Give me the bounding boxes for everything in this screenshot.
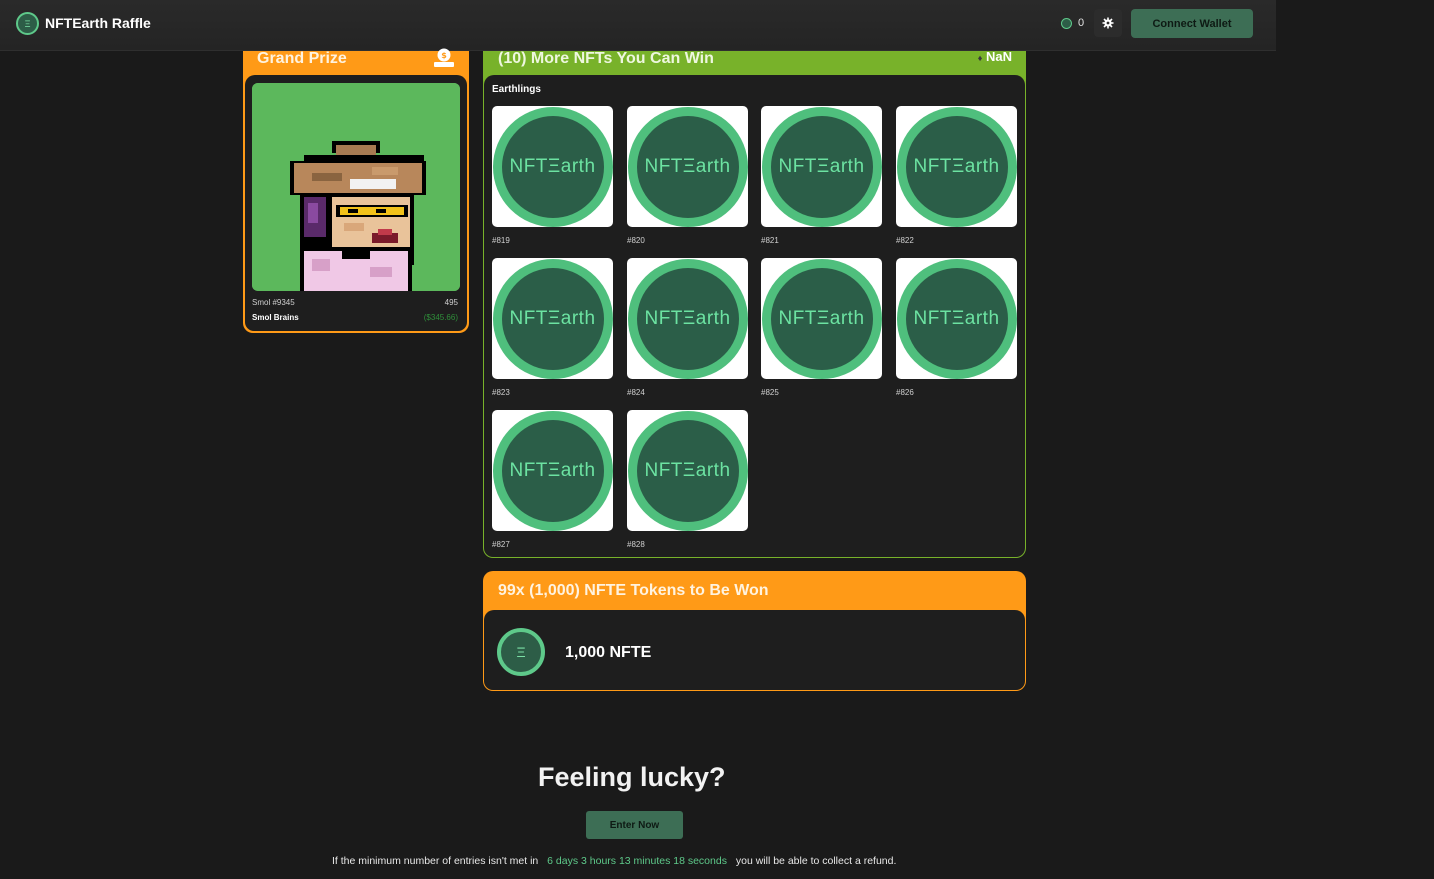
tokens-prize-panel: Ξ 1,000 NFTE <box>484 610 1025 690</box>
nft-id: #823 <box>492 388 510 397</box>
connect-wallet-button[interactable]: Connect Wallet <box>1131 9 1253 38</box>
nft-collection: Smol Brains <box>252 313 299 322</box>
refund-prefix: If the minimum number of entries isn't m… <box>332 855 539 867</box>
nft-id: #827 <box>492 540 510 549</box>
refund-notice: If the minimum number of entries isn't m… <box>332 855 896 867</box>
enter-now-button[interactable]: Enter Now <box>586 811 683 839</box>
nft-id: #821 <box>761 236 779 245</box>
nft-card[interactable]: NFTΞarth #819 <box>492 106 613 245</box>
nft-image[interactable]: NFTΞarth <box>627 410 748 531</box>
token-balance-icon <box>1061 18 1072 29</box>
nft-image[interactable]: NFTΞarth <box>627 258 748 379</box>
nft-card[interactable]: NFTΞarth #827 <box>492 410 613 549</box>
nft-card[interactable]: NFTΞarth #823 <box>492 258 613 397</box>
nft-image[interactable]: NFTΞarth <box>627 106 748 227</box>
nft-id: #819 <box>492 236 510 245</box>
grand-prize-panel: Smol #9345 495 Smol Brains ($345.66) <box>245 75 467 331</box>
cta-heading: Feeling lucky? <box>538 762 726 792</box>
nft-card[interactable]: NFTΞarth #822 <box>896 106 1017 245</box>
nftearth-coin-icon: NFTΞarth <box>636 419 739 522</box>
more-nfts-title: (10) More NFTs You Can Win <box>498 50 714 67</box>
app-title[interactable]: NFTEarth Raffle <box>45 15 151 31</box>
nftearth-coin-icon: NFTΞarth <box>770 115 873 218</box>
tokens-prize-card: 99x (1,000) NFTE Tokens to Be Won Ξ 1,00… <box>483 571 1026 691</box>
nft-price: 495 <box>444 298 458 307</box>
eth-icon: ♦ <box>977 53 983 63</box>
nftearth-coin-icon: NFTΞarth <box>501 267 604 370</box>
nft-image[interactable]: NFTΞarth <box>896 258 1017 379</box>
grand-prize-title: Grand Prize <box>257 50 347 67</box>
more-nfts-value: ♦ NaN <box>978 49 1012 64</box>
nftearth-coin-icon: NFTΞarth <box>501 419 604 522</box>
more-nfts-panel: Earthlings NFTΞarth #819 NFTΞarth #820 N… <box>484 75 1025 557</box>
more-nfts-value-text: NaN <box>985 49 1012 64</box>
nftearth-coin-icon: NFTΞarth <box>636 115 739 218</box>
nft-id: #825 <box>761 388 779 397</box>
nft-usd-value: ($345.66) <box>423 313 458 322</box>
nft-card[interactable]: NFTΞarth #824 <box>627 258 748 397</box>
nft-card[interactable]: NFTΞarth #828 <box>627 410 748 549</box>
nftearth-coin-icon: NFTΞarth <box>905 115 1008 218</box>
nftearth-logo-icon[interactable]: Ξ <box>16 12 39 35</box>
nft-card[interactable]: NFTΞarth #820 <box>627 106 748 245</box>
collection-label: Earthlings <box>492 84 541 95</box>
nfte-token-icon: Ξ <box>497 628 545 676</box>
nft-id: #828 <box>627 540 645 549</box>
grand-prize-card: Grand Prize $ Smol #9345 495 Smol Brains… <box>243 48 469 333</box>
tokens-prize-title: 99x (1,000) NFTE Tokens to Be Won <box>498 582 769 599</box>
nftearth-coin-icon: NFTΞarth <box>636 267 739 370</box>
prize-download-icon: $ <box>434 48 454 67</box>
nft-image[interactable]: NFTΞarth <box>896 106 1017 227</box>
more-nfts-card: (10) More NFTs You Can Win ♦ NaN Earthli… <box>483 49 1026 558</box>
nft-image[interactable]: NFTΞarth <box>492 258 613 379</box>
nft-image[interactable]: NFTΞarth <box>492 106 613 227</box>
top-bar: Ξ NFTEarth Raffle 0 Connect Wallet <box>0 0 1276 51</box>
refund-suffix: you will be able to collect a refund. <box>735 855 897 867</box>
gear-icon <box>1102 17 1114 29</box>
refund-countdown: 6 days 3 hours 13 minutes 18 seconds <box>547 855 727 867</box>
nft-name: Smol #9345 <box>252 298 295 307</box>
nft-card[interactable]: NFTΞarth #825 <box>761 258 882 397</box>
nftearth-coin-icon: NFTΞarth <box>905 267 1008 370</box>
nft-image[interactable]: NFTΞarth <box>761 258 882 379</box>
nft-id: #826 <box>896 388 914 397</box>
nftearth-coin-icon: NFTΞarth <box>501 115 604 218</box>
nft-id: #820 <box>627 236 645 245</box>
nft-id: #822 <box>896 236 914 245</box>
token-balance: 0 <box>1078 17 1085 29</box>
svg-text:$: $ <box>441 51 447 60</box>
nft-image[interactable]: NFTΞarth <box>492 410 613 531</box>
nft-card[interactable]: NFTΞarth #821 <box>761 106 882 245</box>
settings-button[interactable] <box>1094 9 1122 37</box>
nftearth-coin-icon: NFTΞarth <box>770 267 873 370</box>
nft-id: #824 <box>627 388 645 397</box>
smol-nft-image[interactable] <box>252 83 460 291</box>
token-amount: 1,000 NFTE <box>565 644 652 661</box>
nft-card[interactable]: NFTΞarth #826 <box>896 258 1017 397</box>
nft-image[interactable]: NFTΞarth <box>761 106 882 227</box>
